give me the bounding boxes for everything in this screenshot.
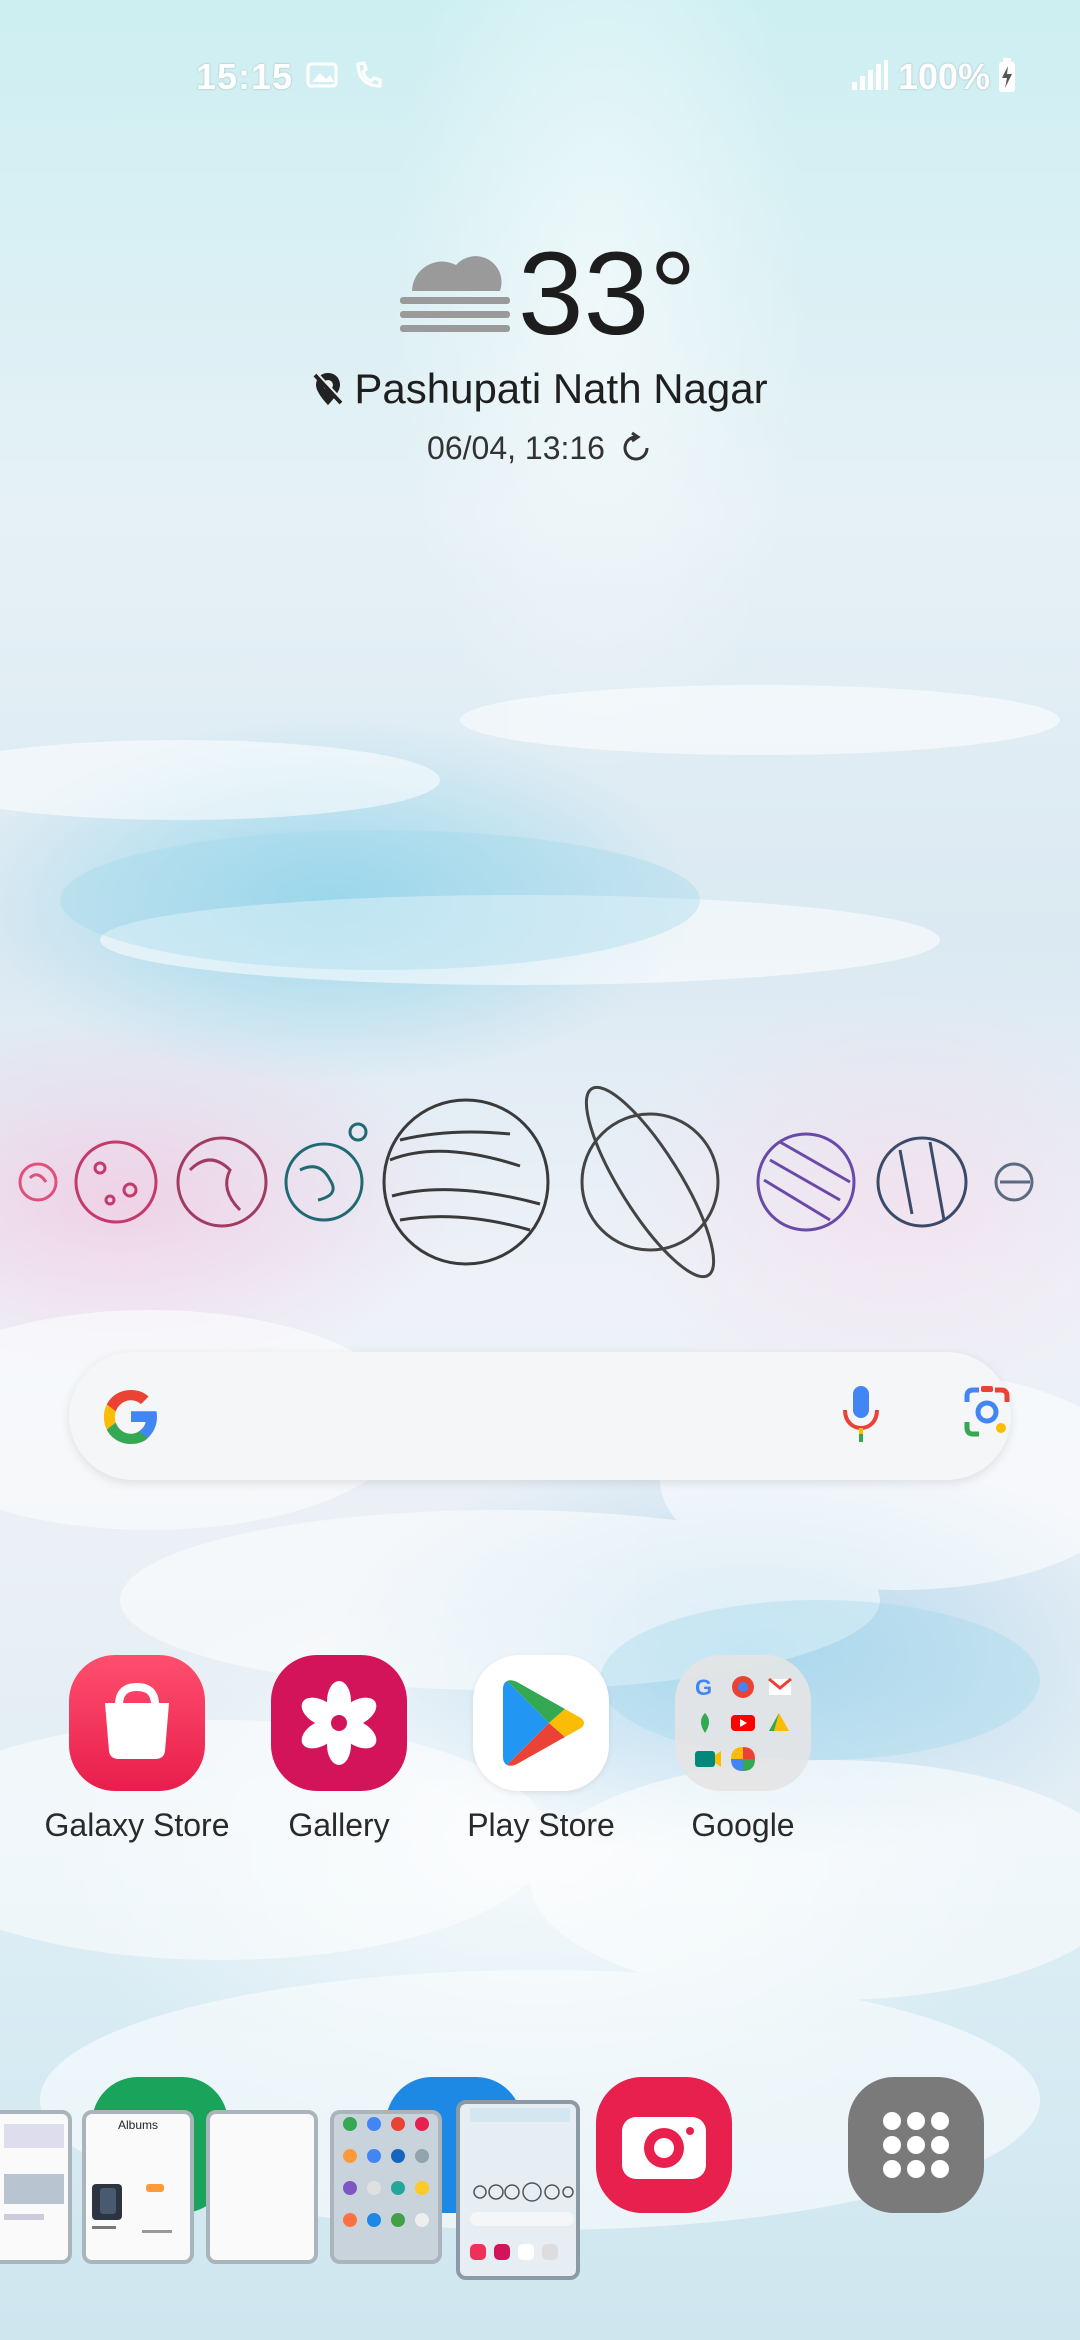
gallery-flower-icon[interactable] bbox=[271, 1655, 407, 1791]
weather-updated: 06/04, 13:16 bbox=[0, 430, 1080, 473]
camera-app-icon[interactable] bbox=[596, 2077, 732, 2213]
weather-location-name: Pashupati Nath Nagar bbox=[354, 365, 768, 412]
signal-icon bbox=[850, 58, 890, 97]
dock: Albums bbox=[0, 2075, 1080, 2280]
app-play-store[interactable]: Play Store bbox=[436, 1655, 646, 1875]
battery-charging-icon bbox=[996, 58, 1018, 99]
refresh-icon[interactable] bbox=[619, 431, 653, 473]
status-bar: 15:15 100% bbox=[0, 40, 1080, 110]
play-store-icon[interactable] bbox=[473, 1655, 609, 1791]
haze-weather-icon bbox=[400, 245, 510, 340]
temperature: 33° bbox=[518, 228, 697, 360]
wifi-calling-icon bbox=[352, 58, 386, 97]
galaxy-store-bag-icon[interactable] bbox=[69, 1655, 205, 1791]
google-g-logo-icon bbox=[99, 1384, 163, 1453]
location-off-icon bbox=[312, 369, 345, 417]
recent-home-screen-thumbnail[interactable] bbox=[456, 2100, 580, 2280]
app-folder-google[interactable]: G Google bbox=[638, 1655, 848, 1875]
app-gallery[interactable]: Gallery bbox=[234, 1655, 444, 1875]
recent-blank-thumbnail[interactable] bbox=[206, 2110, 318, 2264]
recent-gallery-albums-thumbnail[interactable]: Albums bbox=[82, 2110, 194, 2264]
status-time: 15:15 bbox=[196, 56, 294, 97]
recent-app-drawer-thumbnail[interactable] bbox=[330, 2110, 442, 2264]
google-folder-icon[interactable]: G bbox=[675, 1655, 811, 1791]
svg-text:G: G bbox=[695, 1675, 712, 1700]
weather-widget[interactable]: 33° Pashupati Nath Nagar 06/04, 13:16 bbox=[0, 225, 1080, 475]
google-lens-icon[interactable] bbox=[957, 1382, 1017, 1451]
app-galaxy-store[interactable]: Galaxy Store bbox=[32, 1655, 242, 1875]
google-search-bar[interactable] bbox=[69, 1352, 1011, 1480]
weather-location: Pashupati Nath Nagar bbox=[0, 365, 1080, 417]
apps-drawer-icon[interactable] bbox=[848, 2077, 984, 2213]
recent-app-thumbnail[interactable] bbox=[0, 2110, 72, 2264]
gallery-notification-icon bbox=[306, 58, 340, 95]
recent-albums-label: Albums bbox=[117, 2118, 158, 2132]
planets-wallpaper-art bbox=[18, 1085, 1034, 1279]
home-apps-row: Galaxy Store Gallery Play Store G Google bbox=[0, 1655, 1080, 1875]
weather-updated-time: 06/04, 13:16 bbox=[427, 430, 605, 466]
battery-percent: 100% bbox=[898, 56, 991, 97]
app-label-google: Google bbox=[691, 1807, 795, 1843]
voice-search-mic-icon[interactable] bbox=[839, 1382, 883, 1451]
